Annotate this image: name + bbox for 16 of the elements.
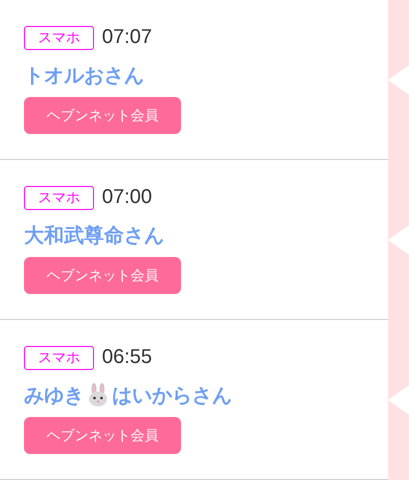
user-name[interactable]: トオルおさん [24,61,388,89]
member-button[interactable]: ヘブンネット会員 [24,417,181,454]
member-button[interactable]: ヘブンネット会員 [24,257,181,294]
time-text: 06:55 [102,346,152,369]
device-tag: スマホ [24,26,94,50]
pointer-icon [388,225,409,255]
time-text: 07:00 [102,186,152,209]
device-tag: スマホ [24,346,94,370]
pointer-icon [388,65,409,95]
time-text: 07:07 [102,26,152,49]
user-name[interactable]: みゆき はいからさん [24,381,388,409]
member-button[interactable]: ヘブンネット会員 [24,97,181,134]
user-name[interactable]: 大和武尊命さん [24,221,388,249]
pointer-icon [388,385,409,415]
device-tag: スマホ [24,186,94,210]
rabbit-face-icon [86,383,110,407]
